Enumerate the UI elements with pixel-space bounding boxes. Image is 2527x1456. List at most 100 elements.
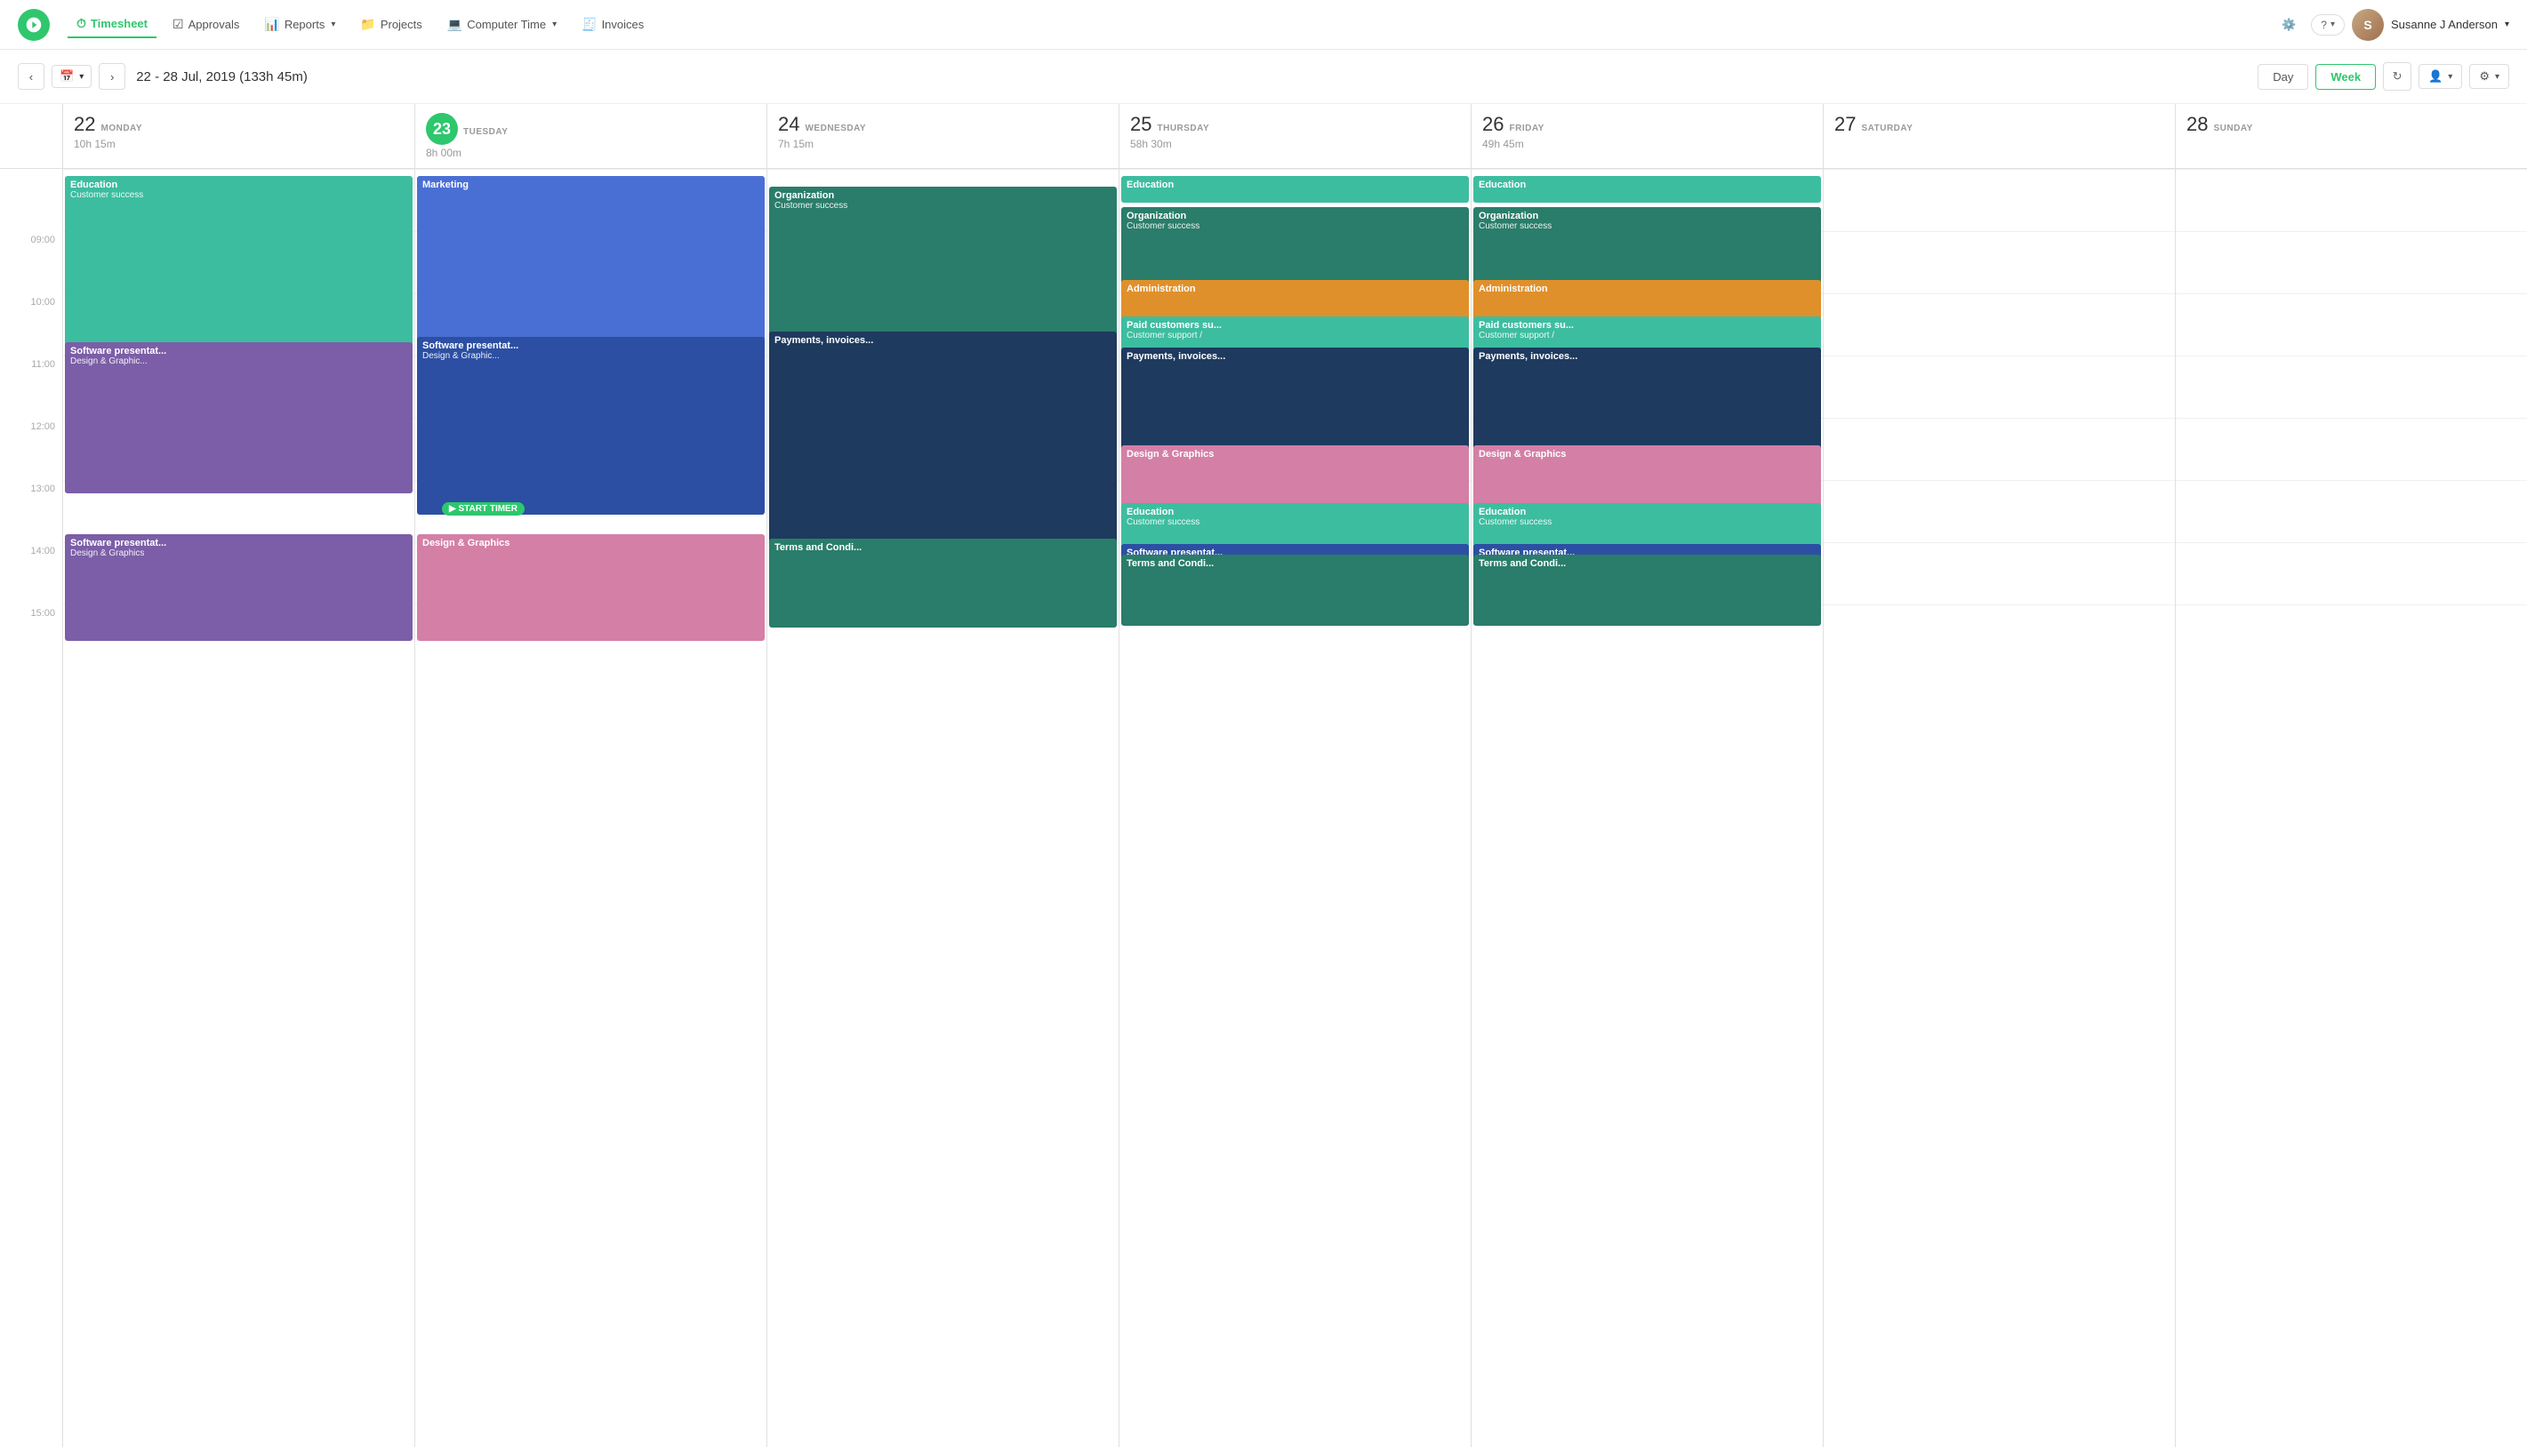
- day-name-28: SUNDAY: [2213, 124, 2252, 133]
- day-name-24: WEDNESDAY: [805, 124, 866, 133]
- settings-button[interactable]: ⚙️: [2274, 10, 2304, 40]
- day-number-23: 23: [426, 113, 458, 145]
- calendar-event[interactable]: Software presentat...Design & Graphic...: [65, 342, 413, 493]
- header-day-23: 23TUESDAY8h 00m: [414, 104, 766, 168]
- calendar-icon: 📅: [60, 69, 74, 84]
- help-icon: ?: [2321, 19, 2327, 31]
- day-col-0: EducationCustomer successSoftware presen…: [62, 169, 414, 1447]
- display-settings-button[interactable]: ⚙ ▾: [2469, 64, 2509, 89]
- time-slot-top: [0, 169, 62, 231]
- calendar-event[interactable]: Terms and Condi...: [1121, 555, 1469, 626]
- app-logo[interactable]: [18, 9, 50, 41]
- header-day-25: 25 THURSDAY 58h 30m: [1119, 104, 1471, 168]
- day-number-24: 24: [778, 113, 799, 135]
- event-subtitle: Customer support /: [1127, 331, 1464, 340]
- calendar-event[interactable]: Education: [1121, 176, 1469, 203]
- day-name-25: THURSDAY: [1157, 124, 1209, 133]
- calendar-event[interactable]: Marketing: [417, 176, 765, 363]
- nav-reports[interactable]: 📊 Reports ▾: [255, 12, 344, 37]
- header-day-24: 24 WEDNESDAY 7h 15m: [766, 104, 1119, 168]
- event-title: Payments, invoices...: [1479, 351, 1816, 362]
- calendar-event[interactable]: Terms and Condi...: [769, 539, 1117, 628]
- hour-line: [2176, 293, 2527, 294]
- hour-line: [767, 169, 1119, 170]
- event-title: Education: [1479, 180, 1816, 190]
- nav-projects[interactable]: 📁 Projects: [351, 12, 430, 37]
- day-hours-24: 7h 15m: [778, 138, 1108, 150]
- nav-invoices[interactable]: 🧾 Invoices: [573, 12, 653, 37]
- nav-approvals[interactable]: ☑ Approvals: [164, 12, 248, 37]
- user-filter-button[interactable]: 👤 ▾: [2419, 64, 2462, 89]
- day-number-28: 28: [2186, 113, 2208, 135]
- nav-timesheet[interactable]: ⏱ Timesheet: [68, 11, 156, 38]
- hour-line: [1472, 169, 1823, 170]
- nav-right: ⚙️ ? ▾ S Susanne J Anderson ▾: [2274, 9, 2509, 41]
- hour-line: [2176, 604, 2527, 605]
- event-subtitle: Design & Graphic...: [70, 356, 407, 366]
- user-menu[interactable]: Susanne J Anderson ▾: [2391, 18, 2509, 31]
- week-view-button[interactable]: Week: [2315, 64, 2376, 90]
- event-title: Organization: [1127, 211, 1464, 221]
- day-view-button[interactable]: Day: [2258, 64, 2308, 90]
- hour-line: [63, 169, 414, 170]
- calendar-picker[interactable]: 📅 ▾: [52, 65, 92, 88]
- user-avatar[interactable]: S: [2352, 9, 2384, 41]
- hour-line: [1824, 293, 2175, 294]
- event-subtitle: Customer success: [1127, 221, 1464, 231]
- day-number-27: 27: [1834, 113, 1856, 135]
- prev-week-button[interactable]: ‹: [18, 63, 44, 90]
- main-nav: ⏱ Timesheet ☑ Approvals 📊 Reports ▾ 📁 Pr…: [0, 0, 2527, 50]
- event-title: Administration: [1127, 284, 1464, 294]
- week-calendar: 22MONDAY10h 15m23TUESDAY8h 00m24WEDNESDA…: [0, 104, 2527, 1447]
- header-day-22: 22MONDAY10h 15m: [62, 104, 414, 168]
- event-title: Education: [70, 180, 407, 190]
- time-slot-15:00: 15:00: [0, 604, 62, 667]
- calendar-event[interactable]: Design & Graphics: [417, 534, 765, 641]
- event-title: Education: [1479, 507, 1816, 517]
- time-slot-11:00: 11:00: [0, 356, 62, 418]
- hour-line: [2176, 480, 2527, 481]
- hour-line: [1824, 231, 2175, 232]
- user-filter-chevron: ▾: [2448, 72, 2452, 82]
- refresh-button[interactable]: ↻: [2383, 62, 2411, 91]
- event-title: Education: [1127, 507, 1464, 517]
- user-filter-icon: 👤: [2428, 69, 2443, 84]
- day-col-3: EducationOrganizationCustomer successAdm…: [1119, 169, 1471, 1447]
- day-number-22: 22: [74, 113, 95, 135]
- calendar-chevron: ▾: [79, 72, 84, 82]
- start-timer-badge[interactable]: ▶ START TIMER: [442, 502, 525, 516]
- time-column: 09:0010:0011:0012:0013:0014:0015:00: [0, 169, 62, 1447]
- hour-line: [415, 169, 766, 170]
- next-week-button[interactable]: ›: [99, 63, 125, 90]
- event-subtitle: Customer success: [1479, 517, 1816, 527]
- event-subtitle: Customer success: [1127, 517, 1464, 527]
- header-day-27: 27 SATURDAY: [1823, 104, 2175, 168]
- display-settings-chevron: ▾: [2495, 72, 2499, 82]
- event-title: Organization: [1479, 211, 1816, 221]
- day-name-22: MONDAY: [100, 124, 142, 133]
- time-slot-12:00: 12:00: [0, 418, 62, 480]
- calendar-event[interactable]: Software presentat...Design & Graphics: [65, 534, 413, 641]
- event-title: Software presentat...: [70, 346, 407, 356]
- day-number-25: 25: [1130, 113, 1151, 135]
- hour-line: [1824, 169, 2175, 170]
- event-title: Payments, invoices...: [774, 335, 1111, 346]
- event-subtitle: Design & Graphic...: [422, 351, 759, 361]
- event-title: Software presentat...: [422, 340, 759, 351]
- time-slot-09:00: 09:00: [0, 231, 62, 293]
- day-hours-25: 58h 30m: [1130, 138, 1460, 150]
- hour-line: [1824, 542, 2175, 543]
- calendar-event[interactable]: Terms and Condi...: [1473, 555, 1821, 626]
- day-name-27: SATURDAY: [1861, 124, 1913, 133]
- calendar-event[interactable]: Education: [1473, 176, 1821, 203]
- help-button[interactable]: ? ▾: [2311, 14, 2345, 36]
- time-slot-10:00: 10:00: [0, 293, 62, 356]
- nav-computer-time[interactable]: 💻 Computer Time ▾: [438, 12, 566, 37]
- hour-line: [2176, 418, 2527, 419]
- calendar-event[interactable]: Software presentat...Design & Graphic...: [417, 337, 765, 515]
- event-title: Terms and Condi...: [1127, 558, 1464, 569]
- approvals-icon: ☑: [172, 17, 184, 32]
- time-slot-13:00: 13:00: [0, 480, 62, 542]
- day-hours-26: 49h 45m: [1482, 138, 1812, 150]
- event-subtitle: Customer support /: [1479, 331, 1816, 340]
